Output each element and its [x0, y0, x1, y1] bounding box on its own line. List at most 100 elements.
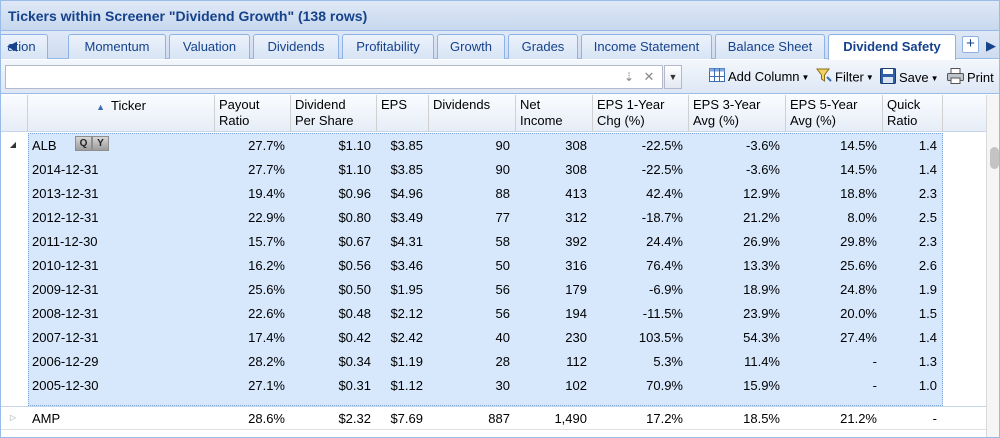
group-row-alb[interactable]: ◢ ALB Q Y 27.7% $1.10 $3.85 90 308 -22.5% -3.6…: [1, 133, 986, 157]
column-header-dividends[interactable]: Dividends: [429, 95, 516, 132]
dividend-per-share-cell: $1.10: [338, 162, 371, 177]
expand-icon[interactable]: ▷: [7, 412, 19, 424]
eps-cell: $3.46: [390, 258, 423, 273]
quick-ratio-cell: 2.3: [918, 186, 937, 201]
column-header-ticker[interactable]: ▲ Ticker: [28, 95, 215, 132]
table-row[interactable]: 2014-12-31 27.7% $1.10 $3.85 90 308 -22.5% -3.6…: [1, 157, 986, 181]
column-header-eps-3-year[interactable]: EPS 3-Year Avg (%): [689, 95, 786, 132]
eps-cell: $3.49: [390, 210, 423, 225]
tab-growth[interactable]: Growth: [437, 34, 505, 59]
header-line: EPS 1-Year: [597, 97, 665, 112]
dividends-cell: 30: [495, 378, 510, 393]
net-income-cell: 112: [566, 354, 587, 369]
add-tab-icon[interactable]: +: [962, 36, 979, 53]
eps-1-year-cell: 103.5%: [638, 330, 683, 345]
eps-1-year-cell: 70.9%: [646, 378, 683, 393]
dividends-cell: 50: [495, 258, 510, 273]
scroll-left-icon[interactable]: ◀: [4, 37, 20, 55]
header-line: Ratio: [219, 113, 250, 128]
header-line: Dividends: [433, 97, 491, 112]
net-income-cell: 1,490: [554, 411, 587, 426]
net-income-cell: 230: [565, 330, 587, 345]
table-row[interactable]: 2009-12-31 25.6% $0.50 $1.95 56 179 -6.9% 18.9%…: [1, 277, 986, 301]
tab-dividends[interactable]: Dividends: [253, 34, 339, 59]
eps-1-year-cell: 17.2%: [646, 411, 683, 426]
column-header-net-income[interactable]: Net Income: [516, 95, 593, 132]
net-income-cell: 316: [565, 258, 587, 273]
column-header-quick-ratio[interactable]: Quick Ratio: [883, 95, 943, 132]
payout-ratio-cell: 27.7%: [248, 138, 285, 153]
tab-valuation[interactable]: Valuation: [169, 34, 250, 59]
eps-5-year-cell: 27.4%: [840, 330, 877, 345]
header-line: Quick: [887, 97, 921, 112]
chevron-down-icon: ▼: [930, 73, 939, 83]
dividends-cell: 88: [495, 186, 510, 201]
tab-momentum[interactable]: Momentum: [68, 34, 166, 59]
dividends-cell: 56: [495, 306, 510, 321]
printer-icon: [947, 68, 964, 89]
quarterly-toggle-button[interactable]: Q: [75, 136, 92, 151]
dropdown-icon[interactable]: ▼: [664, 65, 682, 89]
search-input[interactable]: [5, 65, 663, 89]
grid-icon: [709, 68, 725, 87]
clear-icon[interactable]: ✕: [641, 69, 657, 85]
table-row[interactable]: 2012-12-31 22.9% $0.80 $3.49 77 312 -18.7% 21.2…: [1, 205, 986, 229]
period-cell: 2009-12-31: [32, 282, 99, 297]
column-header-eps-1-year[interactable]: EPS 1-Year Chg (%): [593, 95, 689, 132]
scrollbar-thumb[interactable]: [990, 147, 999, 169]
table-row[interactable]: 2006-12-29 28.2% $0.34 $1.19 28 112 5.3% 11.4% -…: [1, 349, 986, 373]
tab-profitability[interactable]: Profitability: [342, 34, 434, 59]
eps-1-year-cell: -6.9%: [649, 282, 683, 297]
filter-icon: [816, 68, 832, 88]
eps-1-year-cell: -18.7%: [641, 210, 683, 225]
eps-5-year-cell: -: [872, 378, 877, 393]
net-income-cell: 413: [565, 186, 587, 201]
eps-1-year-cell: -11.5%: [642, 306, 683, 321]
eps-cell: $7.69: [390, 411, 423, 426]
add-column-button[interactable]: Add Column ▼: [709, 68, 809, 88]
tab-income-statement[interactable]: Income Statement: [581, 34, 712, 59]
save-button[interactable]: Save ▼: [880, 68, 939, 88]
chevron-down-icon: ▼: [865, 73, 874, 82]
table-row[interactable]: 2005-12-30 27.1% $0.31 $1.12 30 102 70.9% 15.9%…: [1, 373, 986, 397]
expander-column-header: [1, 95, 28, 132]
eps-5-year-cell: -: [872, 354, 877, 369]
tab-balance-sheet[interactable]: Balance Sheet: [715, 34, 825, 59]
ticker-header-label: Ticker: [111, 98, 146, 113]
period-cell: 2008-12-31: [32, 306, 99, 321]
payout-ratio-cell: 15.7%: [248, 234, 285, 249]
quick-ratio-cell: 1.4: [918, 330, 937, 345]
tab-grades[interactable]: Grades: [508, 34, 578, 59]
eps-3-year-cell: 11.4%: [744, 354, 780, 369]
filter-button[interactable]: Filter ▼: [816, 68, 874, 88]
quick-ratio-cell: 1.4: [918, 162, 937, 177]
net-income-cell: 312: [565, 210, 587, 225]
vertical-scrollbar[interactable]: [986, 95, 999, 437]
payout-ratio-cell: 22.6%: [248, 306, 285, 321]
search-trigger-icon[interactable]: ⇣: [621, 69, 637, 85]
dividend-per-share-cell: $0.50: [338, 282, 371, 297]
column-header-payout-ratio[interactable]: Payout Ratio: [215, 95, 291, 132]
eps-1-year-cell: 5.3%: [653, 354, 683, 369]
column-header-eps[interactable]: EPS: [377, 95, 429, 132]
table-row[interactable]: 2007-12-31 17.4% $0.42 $2.42 40 230 103.5% 54.3…: [1, 325, 986, 349]
scroll-right-icon[interactable]: ▶: [983, 37, 999, 55]
tab-dividend-safety[interactable]: Dividend Safety: [828, 34, 956, 60]
dividends-cell: 90: [495, 162, 510, 177]
dividends-cell: 887: [488, 411, 510, 426]
yearly-toggle-button[interactable]: Y: [92, 136, 109, 151]
collapse-icon[interactable]: ◢: [7, 139, 19, 151]
grid-body: ◢ ALB Q Y 27.7% $1.10 $3.85 90 308 -22.5% -3.6…: [1, 133, 986, 437]
quick-ratio-cell: 1.3: [918, 354, 937, 369]
column-header-dividend-per-share[interactable]: Dividend Per Share: [291, 95, 377, 132]
table-row[interactable]: 2010-12-31 16.2% $0.56 $3.46 50 316 76.4% 13.3%…: [1, 253, 986, 277]
dividend-per-share-cell: $0.34: [338, 354, 371, 369]
table-row[interactable]: 2011-12-30 15.7% $0.67 $4.31 58 392 24.4% 26.9%…: [1, 229, 986, 253]
print-button[interactable]: Print: [947, 68, 994, 88]
period-cell: 2005-12-30: [32, 378, 99, 393]
table-row[interactable]: 2013-12-31 19.4% $0.96 $4.96 88 413 42.4% 12.9%…: [1, 181, 986, 205]
table-row[interactable]: 2008-12-31 22.6% $0.48 $2.12 56 194 -11.5% 23.9…: [1, 301, 986, 325]
data-grid: ▲ Ticker Payout Ratio Dividend Per Share EP…: [1, 95, 986, 437]
column-header-eps-5-year[interactable]: EPS 5-Year Avg (%): [786, 95, 883, 132]
group-row-amp[interactable]: ▷ AMP 28.6% $2.32 $7.69 887 1,490 17.2% 18.5% 2…: [1, 406, 986, 430]
